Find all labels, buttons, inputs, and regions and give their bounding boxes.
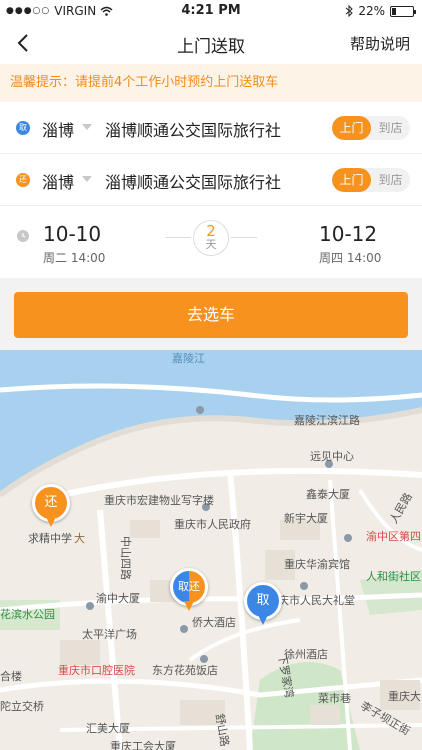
map-base — [0, 350, 422, 750]
pickup-door-option[interactable]: 上门 — [332, 116, 371, 140]
map-label-taiping: 太平洋广场 — [82, 628, 137, 641]
pickup-badge: 取 — [16, 121, 30, 135]
pickup-pin-tail — [258, 615, 268, 625]
map-label-tuolijiao: 陀立交桥 — [0, 700, 44, 713]
map-label-gov: 重庆市人民政府 — [174, 518, 251, 531]
map-label-renmin-hall: 庆市人民大礼堂 — [278, 594, 355, 607]
clock-icon — [17, 230, 29, 242]
nav-bar: 上门送取 帮助说明 — [0, 22, 422, 64]
battery-tip — [414, 9, 416, 14]
map-label-jialing-road: 嘉陵江滨江路 — [294, 414, 360, 427]
map-label-chongqing-tower: 重庆大 — [388, 690, 421, 703]
duration-unit: 天 — [205, 238, 217, 251]
pickup-store[interactable]: 淄博顺通公交国际旅行社 — [105, 117, 281, 141]
map-label-dongfang: 东方花苑饭店 — [152, 664, 218, 677]
return-mode-toggle[interactable]: 上门 到店 — [332, 168, 410, 192]
map-label-jialing: 嘉陵江 — [172, 352, 205, 365]
split-pin-right: 还 — [189, 580, 200, 593]
map-label-zhongshan: 中山四路 — [119, 536, 132, 580]
map-label-gonghui: 重庆工会大厦 — [110, 740, 176, 750]
pickup-mode-toggle[interactable]: 上门 到店 — [332, 116, 410, 140]
battery-icon — [390, 5, 416, 17]
map-label-qiaoda: 侨大酒店 — [192, 616, 236, 629]
tip-banner: 温馨提示：请提前4个工作小时预约上门送取车 — [0, 64, 422, 102]
pickup-weekday-time[interactable]: 周二 14:00 — [43, 249, 105, 266]
poi-marker[interactable] — [86, 602, 94, 610]
chevron-down-icon[interactable] — [82, 124, 92, 130]
map-label-huimei: 汇美大厦 — [86, 722, 130, 735]
status-right: 22% — [345, 4, 416, 18]
duration-badge: 2 天 — [193, 220, 229, 256]
poi-marker[interactable] — [300, 582, 308, 590]
map-label-kouqiang: 重庆市口腔医院 — [58, 664, 135, 677]
help-button[interactable]: 帮助说明 — [350, 33, 410, 54]
return-location-pin[interactable]: 还 — [32, 484, 70, 530]
return-row[interactable]: 还 淄博 淄博顺通公交国际旅行社 上门 到店 — [0, 154, 422, 206]
map-label-binjiang-park: 花滨水公园 — [0, 608, 55, 621]
poi-marker[interactable] — [196, 406, 204, 414]
map-label-xintai: 鑫泰大厦 — [306, 488, 350, 501]
poi-marker[interactable] — [180, 625, 188, 633]
date-row[interactable]: 10-10 周二 14:00 2 天 10-12 周四 14:00 — [0, 206, 422, 278]
status-bar: ●●●○○ VIRGIN 4:21 PM 22% — [0, 0, 422, 22]
map-label-yuzhong-tower: 渝中大厦 — [96, 592, 140, 605]
pickup-city[interactable]: 淄博 — [42, 117, 74, 141]
split-pin-tail — [184, 601, 194, 611]
bluetooth-icon — [346, 5, 354, 17]
return-door-option[interactable]: 上门 — [332, 168, 371, 192]
return-store-option[interactable]: 到店 — [371, 168, 410, 192]
return-date[interactable]: 10-12 — [319, 222, 377, 246]
booking-card: 取 淄博 淄博顺通公交国际旅行社 上门 到店 还 淄博 淄博顺通公交国际旅行社 … — [0, 102, 422, 278]
duration-number: 2 — [206, 222, 216, 240]
chevron-down-icon[interactable] — [82, 176, 92, 182]
map-label-caiyuan: 菜市巷 — [318, 692, 351, 705]
duration-line-right — [231, 237, 257, 238]
return-badge: 还 — [16, 173, 30, 187]
return-city[interactable]: 淄博 — [42, 169, 74, 193]
pickup-row[interactable]: 取 淄博 淄博顺通公交国际旅行社 上门 到店 — [0, 102, 422, 154]
return-pin-tail — [46, 517, 56, 527]
map-label-hongjian: 重庆市宏建物业写字楼 — [104, 494, 214, 507]
battery-level — [392, 7, 396, 15]
map-label-shilou: 合楼 — [0, 670, 22, 683]
battery-percent: 22% — [358, 4, 385, 18]
map-view[interactable]: 嘉陵江 嘉陵江滨江路 远见中心 鑫泰大厦 重庆市宏建物业写字楼 重庆市人民政府 … — [0, 350, 422, 750]
return-store[interactable]: 淄博顺通公交国际旅行社 — [105, 169, 281, 193]
pickup-store-option[interactable]: 到店 — [371, 116, 410, 140]
choose-car-button[interactable]: 去选车 — [14, 292, 408, 338]
return-weekday-time[interactable]: 周四 14:00 — [319, 249, 381, 266]
pickup-return-pin[interactable]: 取还 — [170, 568, 208, 614]
map-label-yuzhong-district: 渝中区第四 — [366, 530, 421, 543]
map-label-xinyu: 新宇大厦 — [284, 512, 328, 525]
poi-marker[interactable] — [344, 534, 352, 542]
pickup-date[interactable]: 10-10 — [43, 222, 101, 246]
map-label-huayu: 重庆华渝宾馆 — [284, 558, 350, 571]
pickup-location-pin[interactable]: 取 — [244, 582, 282, 628]
duration-line-left — [165, 237, 191, 238]
map-label-qiujing: 求精中学 — [28, 532, 72, 545]
map-label-qiujing-badge: 大 — [74, 532, 85, 545]
map-label-renhe: 人和街社区 — [366, 570, 421, 583]
map-label-yuanjian: 远见中心 — [310, 450, 354, 463]
split-pin-left: 取 — [178, 580, 189, 593]
